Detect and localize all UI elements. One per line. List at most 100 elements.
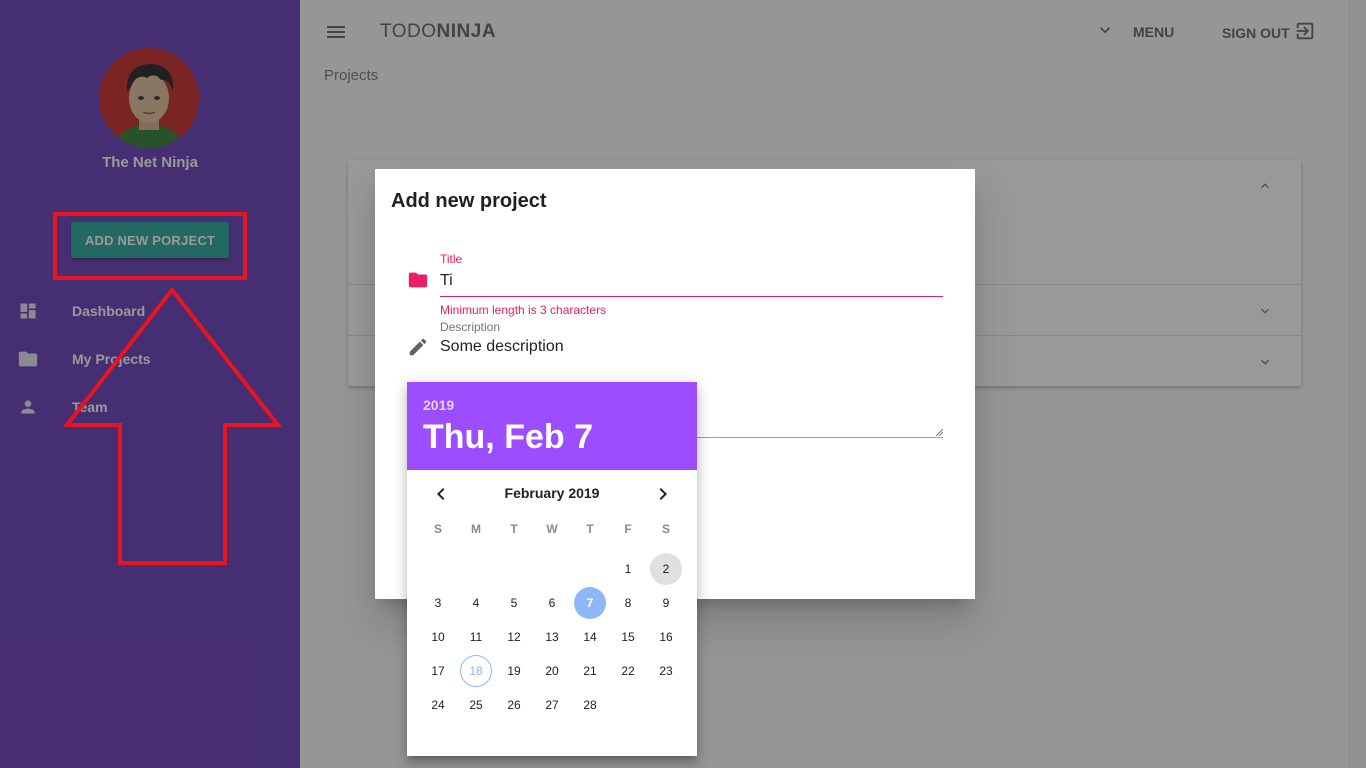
date-picker-header: 2019 Thu, Feb 7 — [407, 382, 697, 470]
calendar-day-20[interactable]: 20 — [533, 654, 571, 688]
avatar[interactable] — [99, 48, 199, 148]
dashboard-icon — [0, 301, 56, 321]
calendar-day-1[interactable]: 1 — [609, 552, 647, 586]
page-subtitle: Projects — [324, 67, 379, 84]
title-input[interactable] — [440, 270, 943, 292]
description-input[interactable]: Some description — [440, 338, 943, 360]
weekday-label: S — [433, 522, 442, 536]
weekday-header-row: SMTWTFS — [419, 522, 685, 542]
pencil-icon — [407, 336, 429, 363]
calendar-day-25[interactable]: 25 — [457, 688, 495, 722]
day-number: 13 — [545, 630, 559, 644]
calendar-day-17[interactable]: 17 — [419, 654, 457, 688]
sidebar-item-label: Team — [72, 399, 108, 415]
date-picker: 2019 Thu, Feb 7 February 2019 SMTWTFS 12… — [407, 382, 697, 756]
calendar-grid: SMTWTFS 1 2 3 4 5 6 7 8 9 10 11 12 13 14 15 16 17 18 19 20 2… — [419, 522, 685, 722]
calendar-day-5[interactable]: 5 — [495, 586, 533, 620]
description-field-label: Description — [440, 320, 501, 334]
vertical-scrollbar[interactable] — [1349, 0, 1366, 768]
day-number: 10 — [431, 630, 445, 644]
calendar-day-12[interactable]: 12 — [495, 620, 533, 654]
calendar-day-23[interactable]: 23 — [647, 654, 685, 688]
add-new-project-button[interactable]: ADD NEW PORJECT — [71, 222, 229, 258]
empty-day-cell — [495, 552, 533, 586]
chevron-down-icon[interactable] — [1257, 354, 1273, 375]
day-number: 2 — [650, 553, 682, 585]
empty-day-cell — [457, 552, 495, 586]
app-toolbar: TODONINJA MENU SIGN OUT — [300, 0, 1349, 64]
calendar-day-22[interactable]: 22 — [609, 654, 647, 688]
calendar-day-18[interactable]: 18 — [457, 654, 495, 688]
weekday-label: W — [546, 522, 558, 536]
sidebar-item-team[interactable]: Team — [0, 383, 300, 431]
day-number: 20 — [545, 664, 559, 678]
day-number: 11 — [469, 630, 483, 644]
day-number: 24 — [431, 698, 445, 712]
picker-selected-date[interactable]: Thu, Feb 7 — [423, 418, 593, 457]
resize-handle-icon[interactable] — [935, 428, 943, 436]
sidebar-item-my-projects[interactable]: My Projects — [0, 335, 300, 383]
weekday-label: T — [510, 522, 518, 536]
day-number: 28 — [583, 698, 597, 712]
calendar-days: 1 2 3 4 5 6 7 8 9 10 11 12 13 14 15 16 17 18 19 20 21 22 23 24 2… — [419, 552, 685, 722]
calendar-day-13[interactable]: 13 — [533, 620, 571, 654]
day-number: 8 — [624, 596, 632, 610]
title-underline — [440, 296, 943, 297]
exit-icon — [1294, 20, 1316, 45]
day-number: 5 — [510, 596, 518, 610]
folder-icon — [0, 348, 56, 370]
day-number: 19 — [507, 664, 521, 678]
picker-year[interactable]: 2019 — [423, 397, 454, 413]
user-name: The Net Ninja — [102, 154, 198, 171]
empty-day-cell — [571, 552, 609, 586]
sidebar-item-label: My Projects — [72, 351, 151, 367]
chevron-right-icon[interactable] — [651, 482, 675, 506]
day-number: 22 — [621, 664, 635, 678]
menu-dropdown-button[interactable]: MENU — [1095, 20, 1174, 43]
day-number: 4 — [472, 596, 480, 610]
day-number: 3 — [434, 596, 442, 610]
description-value: Some description — [440, 338, 564, 355]
calendar-day-6[interactable]: 6 — [533, 586, 571, 620]
sign-out-label: SIGN OUT — [1222, 24, 1290, 41]
calendar-day-14[interactable]: 14 — [571, 620, 609, 654]
sidebar-item-label: Dashboard — [72, 303, 146, 319]
calendar-day-26[interactable]: 26 — [495, 688, 533, 722]
calendar-day-8[interactable]: 8 — [609, 586, 647, 620]
title-error-message: Minimum length is 3 characters — [440, 303, 607, 317]
calendar-day-11[interactable]: 11 — [457, 620, 495, 654]
calendar-day-4[interactable]: 4 — [457, 586, 495, 620]
day-number: 6 — [548, 596, 556, 610]
calendar-day-19[interactable]: 19 — [495, 654, 533, 688]
calendar-day-10[interactable]: 10 — [419, 620, 457, 654]
chevron-down-icon[interactable] — [1257, 303, 1273, 324]
day-number: 14 — [583, 630, 597, 644]
day-number: 18 — [460, 655, 492, 687]
month-navigation: February 2019 — [407, 482, 697, 506]
day-number: 25 — [469, 698, 483, 712]
calendar-day-16[interactable]: 16 — [647, 620, 685, 654]
calendar-day-27[interactable]: 27 — [533, 688, 571, 722]
menu-label: MENU — [1133, 23, 1175, 40]
calendar-day-9[interactable]: 9 — [647, 586, 685, 620]
calendar-day-3[interactable]: 3 — [419, 586, 457, 620]
chevron-up-icon[interactable] — [1257, 178, 1273, 199]
calendar-day-2[interactable]: 2 — [647, 552, 685, 586]
sidebar-item-dashboard[interactable]: Dashboard — [0, 287, 300, 335]
folder-icon — [407, 269, 429, 296]
calendar-day-21[interactable]: 21 — [571, 654, 609, 688]
empty-day-cell — [419, 552, 457, 586]
calendar-day-28[interactable]: 28 — [571, 688, 609, 722]
day-number: 15 — [621, 630, 635, 644]
day-number: 26 — [507, 698, 521, 712]
calendar-day-15[interactable]: 15 — [609, 620, 647, 654]
day-number: 7 — [574, 587, 606, 619]
sign-out-button[interactable]: SIGN OUT — [1222, 20, 1316, 45]
weekday-label: F — [624, 522, 632, 536]
menu-icon[interactable] — [324, 20, 348, 44]
day-number: 9 — [662, 596, 670, 610]
person-icon — [0, 397, 56, 417]
day-number: 12 — [507, 630, 521, 644]
calendar-day-24[interactable]: 24 — [419, 688, 457, 722]
calendar-day-7[interactable]: 7 — [571, 586, 609, 620]
